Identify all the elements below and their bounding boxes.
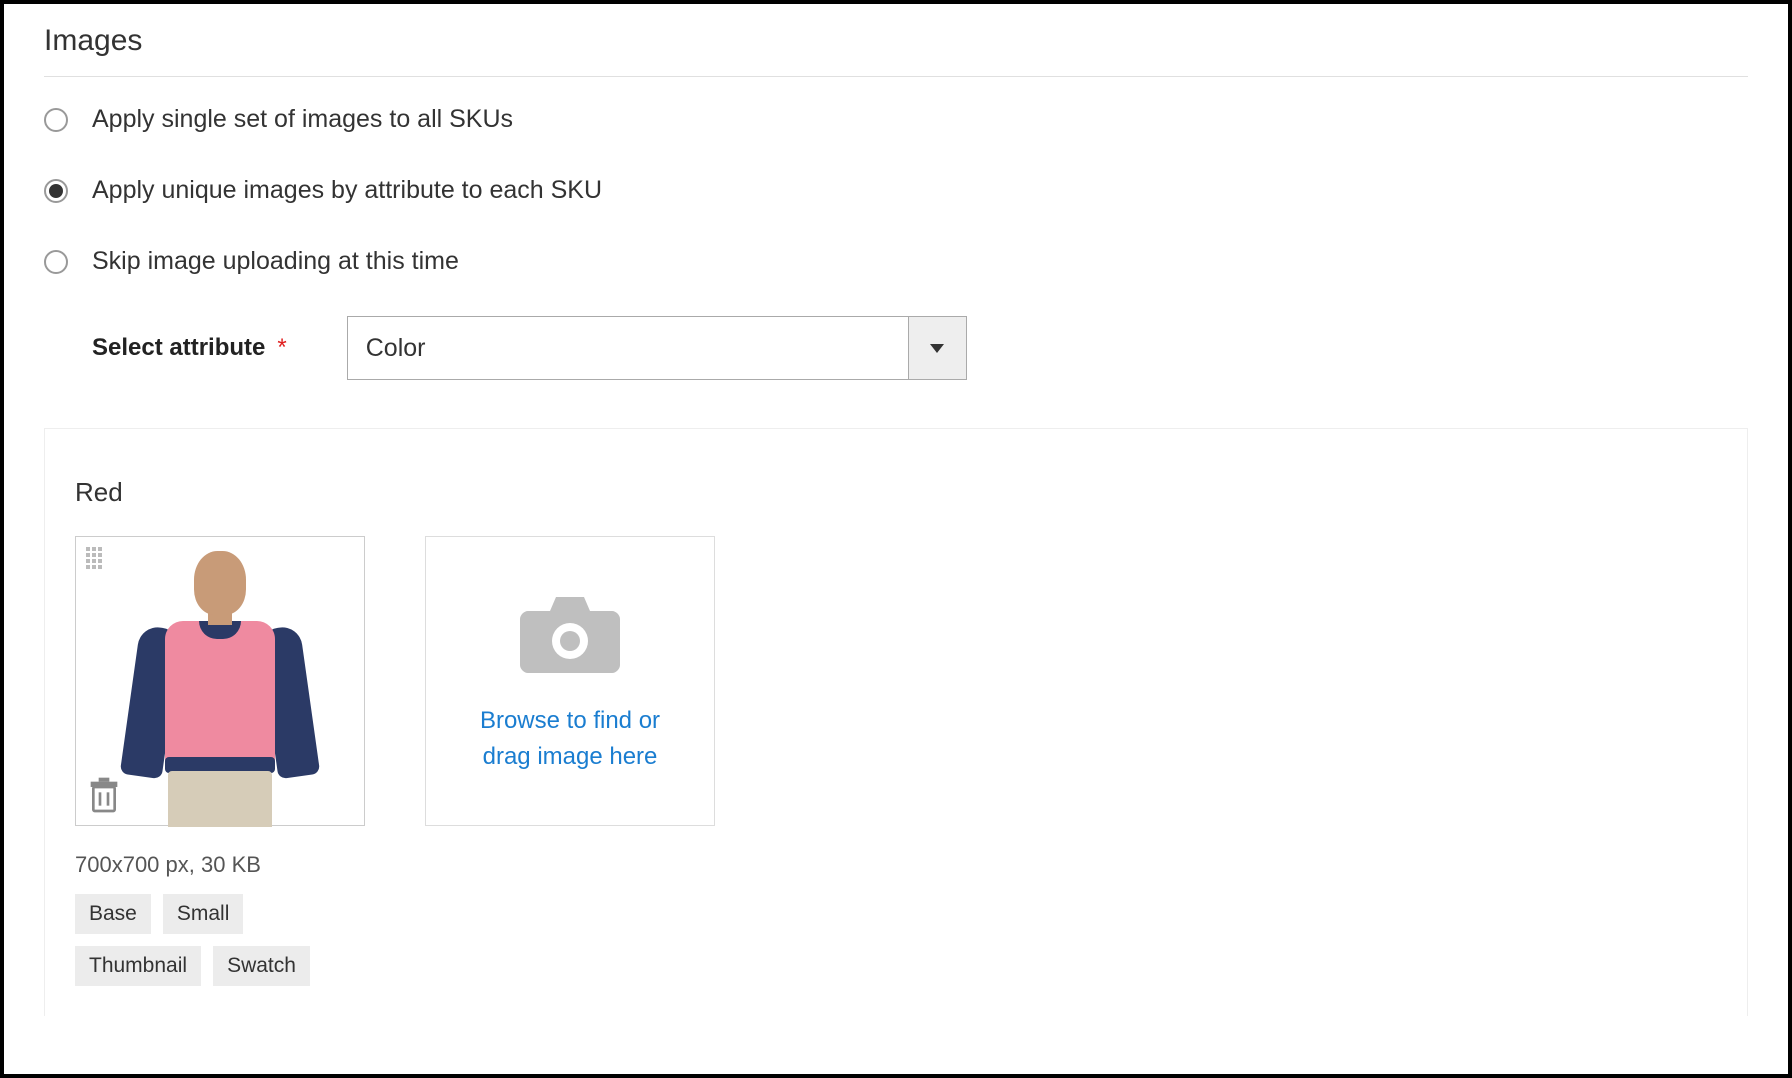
required-mark: * [277, 334, 286, 362]
image-tile[interactable] [75, 536, 365, 826]
thumbnails-row: 700x700 px, 30 KB Base Small Thumbnail S… [75, 536, 1717, 986]
role-tag-thumbnail[interactable]: Thumbnail [75, 946, 201, 986]
role-tag-swatch[interactable]: Swatch [213, 946, 310, 986]
trash-icon[interactable] [88, 775, 120, 815]
chevron-down-icon [930, 344, 944, 353]
image-tile-column: 700x700 px, 30 KB Base Small Thumbnail S… [75, 536, 365, 986]
attribute-select-toggle[interactable] [908, 317, 966, 379]
section-title: Images [44, 24, 1748, 77]
attribute-select-row: Select attribute * Color [92, 316, 1748, 380]
attribute-select[interactable]: Color [347, 316, 967, 380]
radio-option-single[interactable]: Apply single set of images to all SKUs [44, 105, 1748, 134]
variant-panel: Red [44, 428, 1748, 1016]
radio-label: Apply unique images by attribute to each… [92, 176, 602, 205]
attribute-select-value: Color [348, 317, 908, 379]
image-meta: 700x700 px, 30 KB [75, 852, 365, 878]
product-image [110, 545, 330, 825]
drag-handle-icon[interactable] [86, 547, 104, 569]
role-tag-small[interactable]: Small [163, 894, 244, 934]
radio-icon [44, 179, 68, 203]
image-mode-radio-group: Apply single set of images to all SKUs A… [44, 105, 1748, 276]
upload-prompt-line2: drag image here [483, 743, 658, 770]
radio-label: Apply single set of images to all SKUs [92, 105, 513, 134]
attribute-label: Select attribute [92, 334, 265, 362]
image-roles-row: Base Small Thumbnail Swatch [75, 894, 365, 986]
variant-name: Red [75, 477, 1717, 508]
role-tag-base[interactable]: Base [75, 894, 151, 934]
upload-prompt-line1: Browse to find or [480, 707, 660, 734]
camera-icon [520, 597, 620, 673]
radio-icon [44, 250, 68, 274]
upload-dropzone[interactable]: Browse to find or drag image here [425, 536, 715, 826]
radio-icon [44, 108, 68, 132]
upload-prompt: Browse to find or drag image here [460, 703, 680, 775]
radio-option-unique[interactable]: Apply unique images by attribute to each… [44, 176, 1748, 205]
images-section-panel: Images Apply single set of images to all… [0, 0, 1792, 1078]
radio-label: Skip image uploading at this time [92, 247, 459, 276]
radio-option-skip[interactable]: Skip image uploading at this time [44, 247, 1748, 276]
